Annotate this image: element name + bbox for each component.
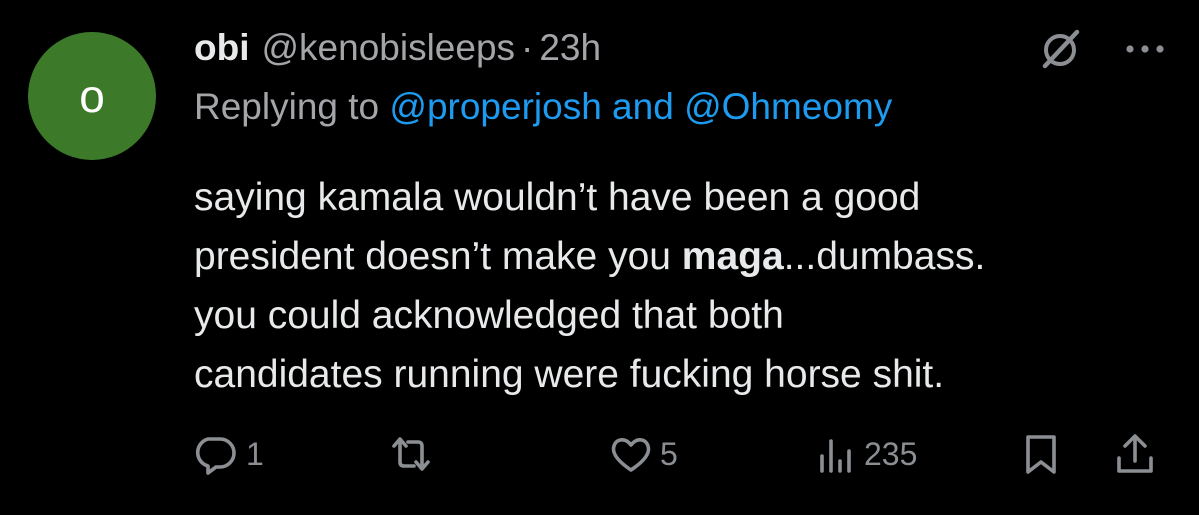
mention-link[interactable]: @properjosh (389, 86, 601, 127)
bookmark-button[interactable] (1018, 426, 1064, 482)
tweet-text-segment: ...dumbass. (783, 235, 986, 278)
tweet-text-line: saying kamala wouldn’t have been a good (194, 176, 921, 219)
tweet-text-segment: president doesn’t make you (194, 235, 682, 278)
like-icon (611, 438, 651, 472)
reply-count: 1 (246, 435, 264, 472)
timestamp[interactable]: 23h (539, 27, 601, 69)
views-button[interactable]: 235 (812, 426, 917, 482)
like-button[interactable]: 5 (608, 426, 678, 482)
share-icon (1117, 434, 1153, 473)
tweet-text-line: candidates running were fucking horse sh… (194, 353, 945, 396)
tweet-text-bold: maga (681, 235, 784, 278)
user-handle[interactable]: @kenobisleeps (261, 27, 515, 69)
replying-to-label: Replying to (194, 86, 390, 127)
like-count: 5 (660, 435, 678, 472)
avatar-letter: o (79, 70, 105, 122)
retweet-button[interactable] (388, 426, 434, 482)
views-count: 235 (864, 435, 918, 472)
mention-link[interactable]: @Ohmeomy (684, 86, 892, 127)
retweet-icon (392, 437, 430, 471)
tweet-header: obi @kenobisleeps · 23h (194, 22, 601, 74)
action-bar: 1 5 235 (0, 426, 1199, 482)
tweet-text-line: president doesn’t make you maga...dumbas… (194, 227, 1184, 286)
tweet-text: saying kamala wouldn’t have been a good … (194, 168, 1184, 404)
tweet-text-line: you could acknowledged that both (194, 294, 784, 337)
display-name[interactable]: obi (194, 27, 249, 69)
replying-to: Replying to @properjosh and @Ohmeomy (194, 86, 892, 128)
reply-button[interactable]: 1 (194, 426, 264, 482)
avatar[interactable]: o (28, 32, 156, 160)
bookmark-icon (1026, 435, 1056, 474)
top-actions (1035, 24, 1165, 74)
grok-icon[interactable] (1035, 24, 1085, 74)
tweet[interactable]: o obi @kenobisleeps · 23h Replying to @p… (0, 0, 1199, 515)
views-icon (820, 439, 851, 473)
separator-dot: · (521, 27, 534, 68)
mention-connector[interactable]: and (602, 86, 684, 127)
share-button[interactable] (1112, 426, 1158, 482)
reply-icon (195, 437, 236, 475)
more-icon[interactable] (1125, 39, 1165, 59)
